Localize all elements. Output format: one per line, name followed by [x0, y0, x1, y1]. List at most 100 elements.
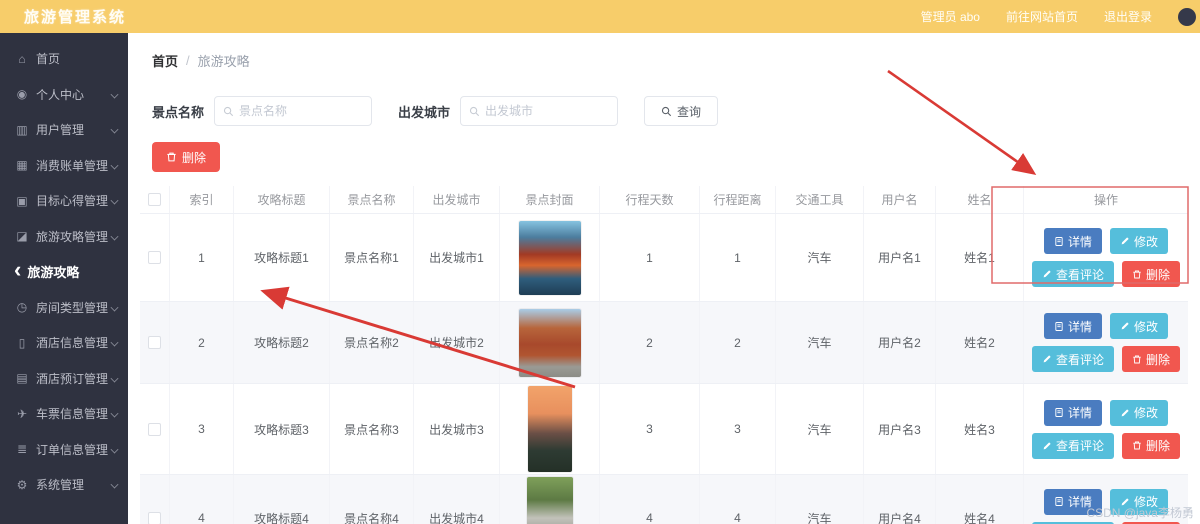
trash-icon	[1132, 354, 1142, 365]
sidebar-item-label: 首页	[36, 50, 118, 67]
pencil-icon	[1042, 269, 1052, 279]
sidebar-item-user-management[interactable]: ▥ 用户管理	[0, 112, 128, 148]
cell-name: 姓名4	[936, 475, 1024, 524]
sidebar-item-hotel-booking-management[interactable]: ▤ 酒店预订管理	[0, 361, 128, 397]
detail-button[interactable]: 详情	[1044, 313, 1102, 339]
batch-delete-button[interactable]: 删除	[152, 142, 220, 172]
breadcrumb-home[interactable]: 首页	[152, 51, 178, 70]
edit-button[interactable]: 修改	[1110, 228, 1168, 254]
user-icon: ◉	[14, 87, 30, 101]
bill-icon: ▦	[14, 158, 30, 172]
guides-table: 索引 攻略标题 景点名称 出发城市 景点封面 行程天数 行程距离 交通工具 用户…	[140, 186, 1188, 524]
edit-button[interactable]: 修改	[1110, 400, 1168, 426]
edit-label: 修改	[1134, 318, 1158, 335]
cell-city: 出发城市4	[414, 475, 500, 524]
clock-icon: ◷	[14, 300, 30, 314]
delete-label: 删除	[1146, 437, 1170, 454]
breadcrumb-current: 旅游攻略	[198, 51, 250, 70]
sidebar-item-order-info-management[interactable]: ≣ 订单信息管理	[0, 432, 128, 468]
home-icon: ⌂	[14, 52, 30, 66]
sidebar-item-system-management[interactable]: ⚙ 系统管理	[0, 467, 128, 503]
sidebar-item-guide-management[interactable]: ◪ 旅游攻略管理	[0, 219, 128, 255]
sidebar-item-label: 用户管理	[36, 121, 109, 138]
cover-image	[528, 386, 572, 472]
sidebar-item-label: 酒店信息管理	[36, 334, 109, 351]
edit-label: 修改	[1134, 233, 1158, 250]
sidebar-item-label: 旅游攻略	[27, 262, 118, 281]
cell-days: 4	[600, 475, 700, 524]
detail-button[interactable]: 详情	[1044, 228, 1102, 254]
sidebar-item-room-type-management[interactable]: ◷ 房间类型管理	[0, 290, 128, 326]
cell-transport: 汽车	[776, 475, 864, 524]
col-username: 用户名	[864, 186, 936, 213]
chevron-down-icon	[111, 126, 119, 134]
spot-name-input[interactable]	[239, 104, 363, 118]
breadcrumb-separator: /	[186, 53, 190, 68]
edit-button[interactable]: 修改	[1110, 313, 1168, 339]
col-distance: 行程距离	[700, 186, 776, 213]
app-title: 旅游管理系统	[24, 6, 126, 27]
col-index: 索引	[170, 186, 234, 213]
detail-button[interactable]: 详情	[1044, 400, 1102, 426]
watermark-text: CSDN @java李杨勇	[1086, 504, 1194, 521]
sidebar-item-hotel-info-management[interactable]: ▯ 酒店信息管理	[0, 325, 128, 361]
query-button[interactable]: 查询	[644, 96, 718, 126]
chevron-down-icon	[111, 374, 119, 382]
delete-button[interactable]: 删除	[1122, 346, 1180, 372]
cover-image	[519, 309, 581, 377]
sidebar-item-personal-center[interactable]: ◉ 个人中心	[0, 77, 128, 113]
cell-days: 3	[600, 384, 700, 474]
edit-label: 修改	[1134, 404, 1158, 421]
pencil-icon	[1120, 236, 1130, 246]
cell-city: 出发城市3	[414, 384, 500, 474]
chart-icon: ≣	[14, 442, 30, 456]
header-admin-user[interactable]: 管理员 abo	[921, 8, 980, 25]
delete-button[interactable]: 删除	[1122, 433, 1180, 459]
cell-days: 2	[600, 302, 700, 383]
search-icon	[661, 106, 672, 117]
search-icon	[223, 106, 234, 117]
document-icon	[1054, 236, 1064, 247]
cover-image	[527, 477, 573, 524]
row-checkbox[interactable]	[148, 336, 161, 349]
cell-transport: 汽车	[776, 302, 864, 383]
cell-title: 攻略标题4	[234, 475, 330, 524]
delete-label: 删除	[1146, 266, 1170, 283]
view-comments-button[interactable]: 查看评论	[1032, 346, 1114, 372]
select-all-checkbox[interactable]	[148, 193, 161, 206]
col-cover: 景点封面	[500, 186, 600, 213]
row-checkbox[interactable]	[148, 423, 161, 436]
sidebar-item-notes-management[interactable]: ▣ 目标心得管理	[0, 183, 128, 219]
header-logout-link[interactable]: 退出登录	[1104, 8, 1152, 25]
sidebar-item-home[interactable]: ⌂ 首页	[0, 41, 128, 77]
cell-name: 姓名1	[936, 214, 1024, 301]
cell-index: 1	[170, 214, 234, 301]
chevron-down-icon	[111, 445, 119, 453]
view-comments-button[interactable]: 查看评论	[1032, 433, 1114, 459]
header-goto-frontend-link[interactable]: 前往网站首页	[1006, 8, 1078, 25]
chevron-down-icon	[111, 197, 119, 205]
pencil-icon	[1120, 408, 1130, 418]
row-checkbox[interactable]	[148, 512, 161, 524]
hotel-icon: ▯	[14, 336, 30, 350]
delete-button[interactable]: 删除	[1122, 261, 1180, 287]
sidebar-item-travel-guide-active[interactable]: ‹ 旅游攻略	[0, 254, 128, 290]
sidebar-nav: ⌂ 首页 ◉ 个人中心 ▥ 用户管理 ▦ 消费账单管理 ▣ 目标心得管理 ◪ 旅…	[0, 33, 128, 524]
sidebar-item-ticket-info-management[interactable]: ✈ 车票信息管理	[0, 396, 128, 432]
chevron-down-icon	[111, 232, 119, 240]
avatar[interactable]	[1178, 8, 1196, 26]
breadcrumb: 首页 / 旅游攻略	[140, 33, 1188, 70]
chevron-down-icon	[111, 90, 119, 98]
table-header-row: 索引 攻略标题 景点名称 出发城市 景点封面 行程天数 行程距离 交通工具 用户…	[140, 186, 1188, 214]
view-comments-button[interactable]: 查看评论	[1032, 261, 1114, 287]
departure-city-input[interactable]	[485, 104, 609, 118]
search-filter-bar: 景点名称 出发城市 查询	[152, 96, 1188, 126]
cell-username: 用户名2	[864, 302, 936, 383]
notes-icon: ▣	[14, 194, 30, 208]
users-icon: ▥	[14, 123, 30, 137]
sidebar-item-bill-management[interactable]: ▦ 消费账单管理	[0, 148, 128, 184]
row-checkbox[interactable]	[148, 251, 161, 264]
chevron-left-icon: ‹	[14, 259, 21, 281]
cell-username: 用户名1	[864, 214, 936, 301]
detail-label: 详情	[1068, 318, 1092, 335]
